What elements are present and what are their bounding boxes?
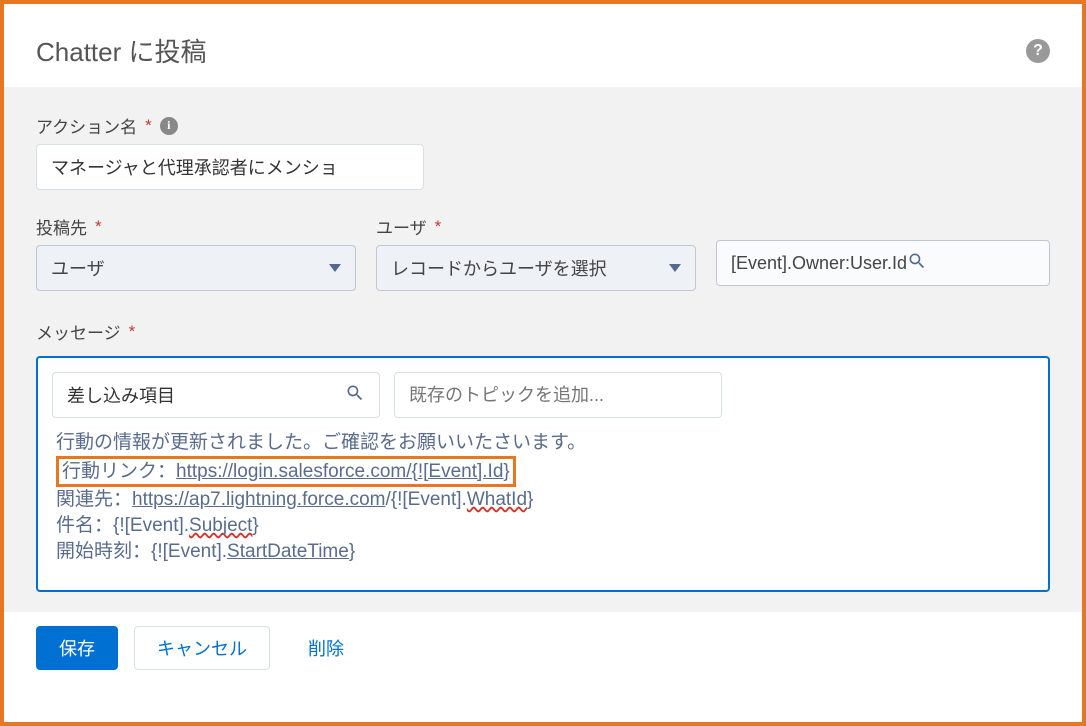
action-name-label: アクション名 * i xyxy=(36,113,1050,138)
action-name-field: アクション名 * i xyxy=(36,113,1050,190)
msg-line-3: 関連先：https://ap7.lightning.force.com/{![E… xyxy=(56,487,1024,513)
required-mark: * xyxy=(145,116,152,136)
destination-select[interactable]: ユーザ xyxy=(36,245,356,291)
message-content[interactable]: 行動の情報が更新されました。ご確認をお願いいたさいます。 行動リンク：https… xyxy=(52,426,1034,576)
message-textarea[interactable]: 行動の情報が更新されました。ご確認をお願いいたさいます。 行動リンク：https… xyxy=(52,426,1034,576)
destination-row: 投稿先* ユーザ ユーザ* レコードからユーザを選択 . xyxy=(36,214,1050,291)
chevron-down-icon xyxy=(329,264,341,272)
search-icon xyxy=(345,383,365,408)
required-mark: * xyxy=(95,217,102,237)
modal-header: Chatter に投稿 ? xyxy=(4,4,1082,87)
delete-button[interactable]: 削除 xyxy=(286,626,366,670)
form-body: アクション名* i 投稿先* ユーザ ユーザ* レコードからユ xyxy=(4,87,1082,612)
msg-line-1: 行動の情報が更新されました。ご確認をお願いいたさいます。 xyxy=(56,430,1024,456)
highlight-annotation: 行動リンク：https://login.salesforce.com/{![Ev… xyxy=(56,456,516,488)
msg-line-5: 開始時刻：{![Event].StartDateTime} xyxy=(56,539,1024,565)
merge-field-picker[interactable]: 差し込み項目 xyxy=(52,372,380,418)
message-label-text: メッセージ xyxy=(36,319,121,344)
user-search-input[interactable]: [Event].Owner:User.Id xyxy=(716,240,1050,286)
search-icon xyxy=(907,251,1035,276)
modal-footer: 保存 キャンセル 削除 xyxy=(4,612,1082,684)
required-mark: * xyxy=(129,322,136,342)
user-label: ユーザ * xyxy=(376,214,696,239)
required-mark: * xyxy=(435,217,442,237)
info-icon[interactable]: i xyxy=(160,117,178,135)
user-col: ユーザ * レコードからユーザを選択 xyxy=(376,214,696,291)
message-toolbar: 差し込み項目 xyxy=(52,372,1034,418)
destination-label: 投稿先 * xyxy=(36,214,356,239)
save-button[interactable]: 保存 xyxy=(36,626,118,670)
msg-line-4: 件名：{![Event].Subject} xyxy=(56,513,1024,539)
user-label-text: ユーザ xyxy=(376,214,427,239)
merge-field-label: 差し込み項目 xyxy=(67,382,345,408)
user-value: レコードからユーザを選択 xyxy=(391,255,607,281)
help-icon[interactable]: ? xyxy=(1026,39,1050,63)
cancel-button[interactable]: キャンセル xyxy=(134,626,270,670)
user-select[interactable]: レコードからユーザを選択 xyxy=(376,245,696,291)
destination-col: 投稿先 * ユーザ xyxy=(36,214,356,291)
message-section: メッセージ * 差し込み項目 行動の情報が更新されました。ご確認をお願いいたさいま… xyxy=(36,319,1050,592)
chevron-down-icon xyxy=(669,264,681,272)
message-label: メッセージ * xyxy=(36,319,1050,344)
user-search-value: [Event].Owner:User.Id xyxy=(731,253,907,274)
destination-value: ユーザ xyxy=(51,255,105,281)
destination-label-text: 投稿先 xyxy=(36,214,87,239)
event-link[interactable]: https://login.salesforce.com/{![Event].I… xyxy=(176,461,510,482)
msg-line-2: 行動リンク：https://login.salesforce.com/{![Ev… xyxy=(56,456,1024,488)
related-link[interactable]: https://ap7.lightning.force.com xyxy=(132,489,385,510)
topic-input[interactable] xyxy=(394,372,722,418)
modal-title: Chatter に投稿 xyxy=(36,32,207,69)
modal-frame: Chatter に投稿 ? アクション名 * i 投稿先 * ユーザ xyxy=(0,0,1086,726)
action-name-label-text: アクション名 xyxy=(36,113,137,138)
user-search-col: . [Event].Owner:User.Id xyxy=(716,214,1050,291)
message-box: 差し込み項目 行動の情報が更新されました。ご確認をお願いいたさいます。 行動リン… xyxy=(36,356,1050,592)
action-name-input[interactable] xyxy=(36,144,424,190)
